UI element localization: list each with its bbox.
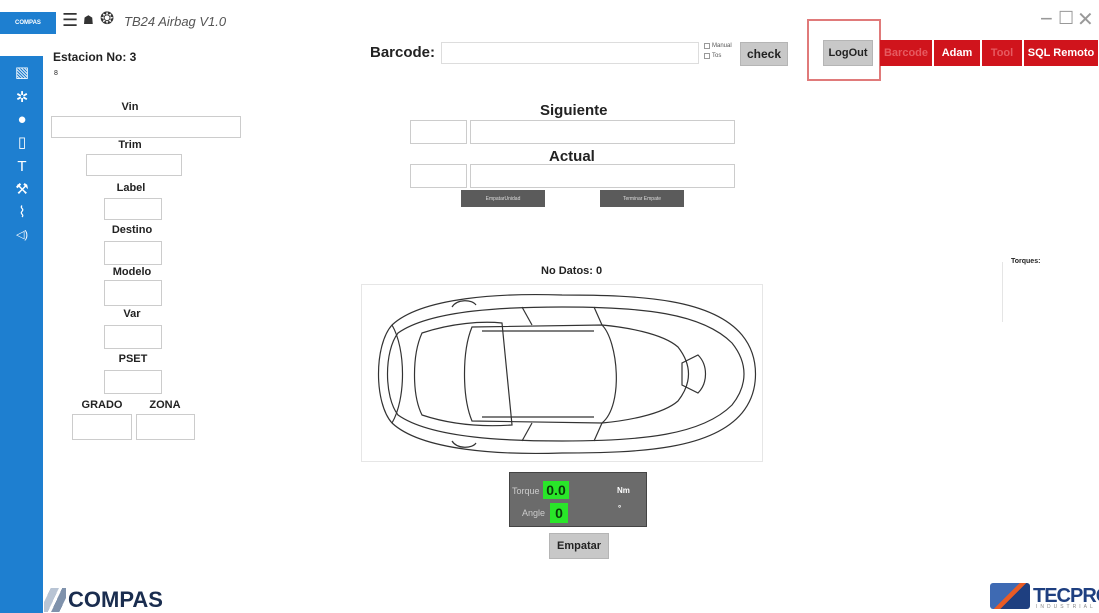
barcode-label: Barcode: xyxy=(370,44,436,61)
siguiente-value-field xyxy=(470,120,735,144)
actual-code-field xyxy=(410,164,467,188)
maximize-icon[interactable]: ☐ xyxy=(1058,8,1074,29)
torque-value: 0.0 xyxy=(543,481,569,499)
station-label: Estacion No: 3 xyxy=(53,50,137,64)
terminar-empate-button[interactable]: Terminar Empate xyxy=(600,190,684,207)
wrench-icon[interactable]: ⚒ xyxy=(8,178,36,200)
angle-value: 0 xyxy=(550,503,568,523)
checkbox-label: Manual xyxy=(712,43,732,49)
speaker-icon[interactable]: ◁) xyxy=(8,223,36,245)
fingerprint-icon[interactable]: ❂ xyxy=(100,9,114,29)
tool-button[interactable]: Tool xyxy=(982,40,1022,66)
siguiente-title: Siguiente xyxy=(540,102,608,119)
sidebar: ▧ ✲ ● ▯ T ⚒ ⌇ ◁) xyxy=(0,56,43,613)
actual-value-field xyxy=(470,164,735,188)
car-diagram xyxy=(361,284,763,462)
minimize-icon[interactable]: − xyxy=(1040,6,1053,32)
phone-icon[interactable]: ▯ xyxy=(8,131,36,153)
no-datos-label: No Datos: 0 xyxy=(541,265,603,277)
tecpro-logo-mark xyxy=(990,583,1030,609)
user-icon[interactable]: ● xyxy=(8,108,36,130)
var-field xyxy=(104,325,162,349)
app-logo-text: COMPAS xyxy=(15,20,41,26)
pset-field xyxy=(104,370,162,394)
zona-field xyxy=(136,414,195,440)
modelo-label: Modelo xyxy=(112,266,152,278)
car-top-view-image xyxy=(378,293,757,455)
label-field xyxy=(104,198,162,220)
vin-field xyxy=(51,116,241,138)
settings-icon[interactable]: ✲ xyxy=(8,86,36,108)
destino-field xyxy=(104,241,162,265)
tos-checkbox[interactable]: Tos xyxy=(704,53,721,59)
wireless-tool-icon[interactable]: ⌇ xyxy=(8,201,36,223)
angle-label: Angle xyxy=(522,508,546,518)
torque-unit: Nm xyxy=(617,486,630,495)
tool-icon[interactable]: T xyxy=(8,155,36,177)
grado-label: GRADO xyxy=(81,399,123,411)
logout-button[interactable]: LogOut xyxy=(823,40,873,66)
close-icon[interactable]: ✕ xyxy=(1077,7,1094,32)
app-title: TB24 Airbag V1.0 xyxy=(124,14,227,29)
hamburger-menu-icon[interactable]: ☰ xyxy=(62,10,78,31)
tecpro-subtitle: INDUSTRIAL xyxy=(1036,604,1096,610)
barcode-config-button[interactable]: Barcode xyxy=(880,40,932,66)
empatar-unidad-button[interactable]: EmpatarUnidad xyxy=(461,190,545,207)
torque-label: Torque xyxy=(512,486,540,496)
pset-label: PSET xyxy=(118,353,148,365)
checkbox-box xyxy=(704,43,710,49)
label-label: Label xyxy=(116,182,146,194)
trim-label: Trim xyxy=(118,139,142,151)
checkbox-box xyxy=(704,53,710,59)
image-icon[interactable]: ▧ xyxy=(8,61,36,83)
torques-label: Torques: xyxy=(1011,258,1041,265)
empatar-button[interactable]: Empatar xyxy=(549,533,609,559)
modelo-field xyxy=(104,280,162,306)
torques-list xyxy=(1002,262,1094,322)
zona-label: ZONA xyxy=(149,399,181,411)
var-label: Var xyxy=(123,308,141,320)
barcode-input[interactable] xyxy=(441,42,699,64)
grado-field xyxy=(72,414,132,440)
station-sub-value: 8 xyxy=(54,70,58,77)
adam-button[interactable]: Adam xyxy=(934,40,980,66)
destino-label: Destino xyxy=(111,224,153,236)
torque-panel: Torque 0.0 Nm Angle 0 ° xyxy=(509,472,647,527)
title-bar: COMPAS ☰ ☗ ❂ TB24 Airbag V1.0 − ☐ ✕ xyxy=(0,0,1099,38)
vin-label: Vin xyxy=(121,101,139,113)
trim-field xyxy=(86,154,182,176)
app-logo: COMPAS xyxy=(0,12,56,34)
angle-unit: ° xyxy=(618,504,622,513)
compas-logo-text: COMPAS xyxy=(68,586,163,612)
check-button[interactable]: check xyxy=(740,42,788,66)
actual-title: Actual xyxy=(549,148,595,165)
manual-checkbox[interactable]: Manual xyxy=(704,43,732,49)
users-icon[interactable]: ☗ xyxy=(83,13,94,27)
compas-logo-mark xyxy=(44,587,66,612)
compas-logo: COMPAS xyxy=(44,586,163,613)
checkbox-label: Tos xyxy=(712,53,722,59)
sql-remoto-button[interactable]: SQL Remoto xyxy=(1024,40,1098,66)
siguiente-code-field xyxy=(410,120,467,144)
